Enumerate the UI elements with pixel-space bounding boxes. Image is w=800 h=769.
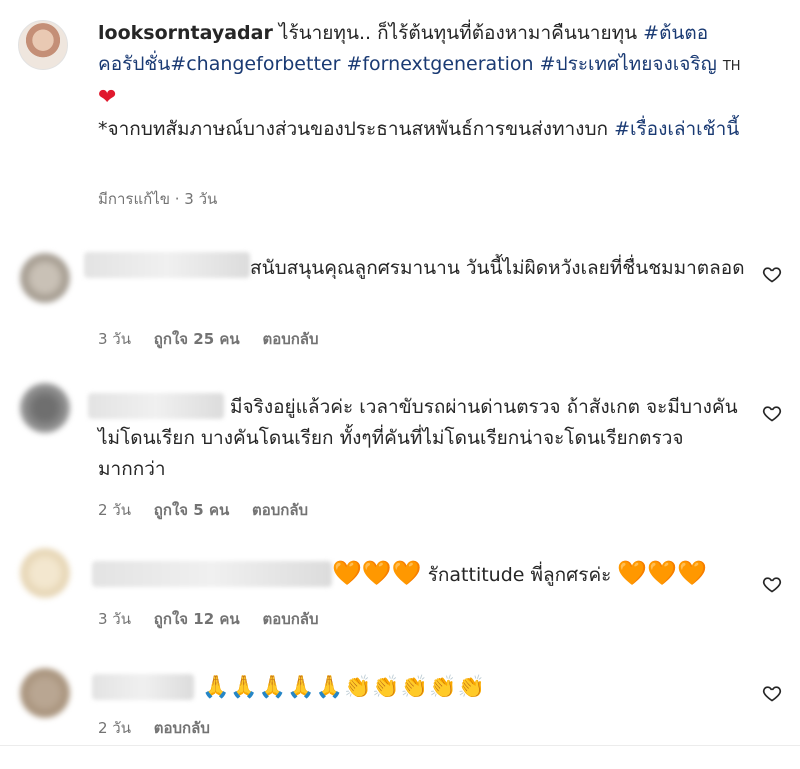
caption-text: ไร้นายทุน.. ก็ไร้ต้นทุนที่ต้องหามาคืนนาย… (272, 22, 644, 44)
commenter-avatar[interactable] (20, 548, 70, 598)
reply-button[interactable]: ตอบกลับ (262, 610, 318, 628)
comment-text: 🧡🧡🧡 รักattitude พี่ลูกศรค่ะ 🧡🧡🧡 (332, 558, 707, 591)
author-username[interactable]: looksorntayadar (98, 22, 273, 44)
post-caption: looksorntayadar ไร้นายทุน.. ก็ไร้ต้นทุนท… (98, 18, 758, 145)
comment-text: มีจริงอยู่แล้วค่ะ เวลาขับรถผ่านด่านตรวจ … (98, 396, 738, 480)
comment-likes[interactable]: ถูกใจ 25 คน (154, 330, 240, 348)
comment-text: สนับสนุนคุณลูกศรมานาน วันนี้ไม่ผิดหวังเล… (250, 257, 745, 279)
comment-meta: 3 วัน ถูกใจ 25 คน ตอบกลับ (98, 327, 337, 351)
author-avatar[interactable] (18, 20, 68, 70)
heart-outline-icon[interactable] (762, 574, 782, 594)
flag-label: TH (722, 59, 741, 74)
hashtag-link[interactable]: #changeforbetter (170, 53, 340, 75)
comment-meta: 2 วัน ตอบกลับ (98, 716, 228, 740)
comment-text: 🙏🙏🙏🙏🙏👏👏👏👏👏 (202, 675, 486, 700)
commenter-username-blurred[interactable] (92, 674, 194, 700)
caption-text: *จากบทสัมภาษณ์บางส่วนของประธานสหพันธ์การ… (98, 118, 615, 140)
post-caption-section: looksorntayadar ไร้นายทุน.. ก็ไร้ต้นทุนท… (0, 0, 800, 230)
comment-item: 🧡🧡🧡 รักattitude พี่ลูกศรค่ะ 🧡🧡🧡 3 วัน ถู… (0, 545, 800, 635)
reply-button[interactable]: ตอบกลับ (252, 501, 308, 519)
heart-outline-icon[interactable] (762, 403, 782, 423)
orange-heart-icon: 🧡🧡🧡 (332, 559, 422, 587)
commenter-avatar[interactable] (20, 668, 70, 718)
hashtag-link[interactable]: #fornextgeneration (346, 53, 533, 75)
comment-item: มีจริงอยู่แล้วค่ะ เวลาขับรถผ่านด่านตรวจ … (0, 377, 800, 527)
post-meta: มีการแก้ไข · 3 วัน (98, 190, 218, 208)
comment-time: 2 วัน (98, 719, 131, 737)
red-heart-icon: ❤ (98, 85, 117, 110)
divider (0, 745, 800, 746)
reply-button[interactable]: ตอบกลับ (262, 330, 318, 348)
comment-item: 🙏🙏🙏🙏🙏👏👏👏👏👏 2 วัน ตอบกลับ (0, 660, 800, 745)
commenter-avatar[interactable] (20, 253, 70, 303)
comment-text-body: รักattitude พี่ลูกศรค่ะ (421, 564, 618, 586)
comment-time: 3 วัน (98, 330, 131, 348)
comment-likes[interactable]: ถูกใจ 12 คน (154, 610, 240, 628)
commenter-avatar[interactable] (20, 383, 70, 433)
comment-meta: 2 วัน ถูกใจ 5 คน ตอบกลับ (98, 498, 326, 522)
orange-heart-icon: 🧡🧡🧡 (617, 559, 708, 587)
comment-time: 2 วัน (98, 501, 131, 519)
heart-outline-icon[interactable] (762, 264, 782, 284)
heart-outline-icon[interactable] (762, 683, 782, 703)
hashtag-link[interactable]: #เรื่องเล่าเช้านี้ (614, 118, 739, 140)
comment-time: 3 วัน (98, 610, 131, 628)
comment-likes[interactable]: ถูกใจ 5 คน (154, 501, 229, 519)
comment-item: สนับสนุนคุณลูกศรมานาน วันนี้ไม่ผิดหวังเล… (0, 240, 800, 350)
hashtag-link[interactable]: #ประเทศไทยจงเจริญ (540, 53, 717, 75)
reply-button[interactable]: ตอบกลับ (154, 719, 210, 737)
commenter-username-blurred[interactable] (92, 561, 332, 587)
comment-meta: 3 วัน ถูกใจ 12 คน ตอบกลับ (98, 607, 337, 631)
